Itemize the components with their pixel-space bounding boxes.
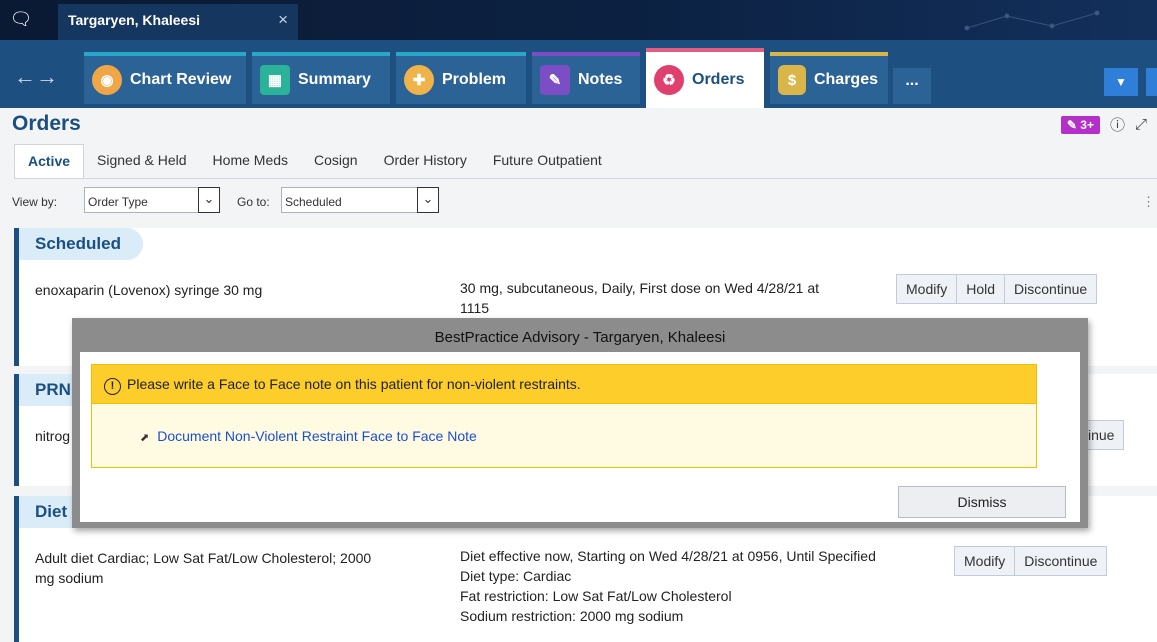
more-tabs-button[interactable]: ... <box>893 68 931 104</box>
view-by-label: View by: <box>12 195 58 209</box>
advisory-message: Please write a Face to Face note on this… <box>127 376 581 392</box>
modify-button[interactable]: Modify <box>954 546 1016 576</box>
page-title: Orders <box>12 112 81 135</box>
order-actions: Modify Discontinue <box>954 546 1108 576</box>
view-by-value: Order Type <box>88 195 148 209</box>
hold-button[interactable]: Hold <box>956 274 1006 304</box>
chevron-down-icon[interactable]: ▼ <box>1104 68 1138 96</box>
subtab-active[interactable]: Active <box>14 144 85 179</box>
overflow-indicator: ⋮ <box>1142 194 1155 209</box>
subtab-order-history[interactable]: Order History <box>371 144 480 178</box>
problem-icon: ✚ <box>404 65 434 95</box>
back-forward-icon[interactable]: ←→ <box>14 64 58 90</box>
subtab-divider <box>14 178 1157 179</box>
subtab-cosign[interactable]: Cosign <box>301 144 371 178</box>
section-title: Scheduled <box>19 228 143 260</box>
orders-icon: ♻ <box>654 65 684 95</box>
chevron-down-icon[interactable]: ⌄ <box>198 187 220 213</box>
go-to-label: Go to: <box>237 195 270 209</box>
warning-icon: ! <box>104 378 121 395</box>
discontinue-button[interactable]: Discontinue <box>1004 274 1098 304</box>
go-to-value: Scheduled <box>285 195 342 209</box>
chevron-down-icon[interactable]: ⌄ <box>417 187 439 213</box>
advisory-content: ⬈ Document Non-Violent Restraint Face to … <box>91 404 1037 468</box>
order-detail-line: Diet type: Cardiac <box>460 568 572 584</box>
tab-label: Charges <box>813 71 878 88</box>
tab-chart-review[interactable]: ◉ Chart Review <box>84 52 246 104</box>
discontinue-button[interactable]: Discontinue <box>1014 546 1108 576</box>
order-actions: Modify Hold Discontinue <box>896 274 1098 304</box>
dialog-title: BestPractice Advisory - Targaryen, Khale… <box>434 329 726 346</box>
chat-icon[interactable]: 🗨 <box>8 6 34 32</box>
tab-problem[interactable]: ✚ Problem <box>396 52 526 104</box>
tab-label: Chart Review <box>130 71 232 88</box>
subtab-future-outpatient[interactable]: Future Outpatient <box>480 144 615 178</box>
filter-row: View by: Order Type ⌄ Go to: Scheduled ⌄… <box>0 184 1157 218</box>
activity-header: Orders ✎ 3+ ⓘ ⤢ <box>0 108 1157 142</box>
link-arrow-icon: ⬈ <box>140 432 150 444</box>
tab-label: Notes <box>578 71 623 88</box>
summary-icon: ▦ <box>260 65 290 95</box>
header-tools: ✎ 3+ ⓘ ⤢ <box>1060 114 1147 135</box>
order-name-line: Adult diet Cardiac; Low Sat Fat/Low Chol… <box>35 550 372 566</box>
title-bar: 🗨 Targaryen, Khaleesi × <box>0 0 1157 40</box>
go-to-select[interactable]: Scheduled ⌄ <box>281 187 439 213</box>
dismiss-button[interactable]: Dismiss <box>898 486 1066 518</box>
chart-review-icon: ◉ <box>92 65 122 95</box>
order-detail-line: 30 mg, subcutaneous, Daily, First dose o… <box>460 280 820 296</box>
subtab-home-meds[interactable]: Home Meds <box>200 144 301 178</box>
clapper-badge-icon[interactable]: ✎ 3+ <box>1060 115 1100 134</box>
order-detail-line: Diet effective now, Starting on Wed 4/28… <box>460 548 876 564</box>
order-detail-line: Fat restriction: Low Sat Fat/Low Cholest… <box>460 588 732 604</box>
tab-label: Problem <box>442 71 507 88</box>
order-name[interactable]: enoxaparin (Lovenox) syringe 30 mg <box>35 280 262 300</box>
activity-tab-bar: ←→ ◉ Chart Review ▦ Summary ✚ Problem ✎ … <box>0 40 1157 108</box>
dialog-body: ! Please write a Face to Face note on thi… <box>80 352 1080 522</box>
orders-subtabs: Active Signed & Held Home Meds Cosign Or… <box>14 144 615 179</box>
order-name[interactable]: nitrog <box>35 426 70 446</box>
help-icon[interactable]: ⓘ <box>1110 114 1125 135</box>
tab-charges[interactable]: $ Charges <box>770 52 888 104</box>
patient-tab[interactable]: Targaryen, Khaleesi × <box>58 4 298 40</box>
order-detail-line: Sodium restriction: 2000 mg sodium <box>460 608 684 624</box>
view-by-select[interactable]: Order Type ⌄ <box>84 187 220 213</box>
tab-label: Orders <box>692 71 745 88</box>
tab-orders[interactable]: ♻ Orders <box>646 48 764 108</box>
expand-icon[interactable]: ⤢ <box>1135 116 1147 133</box>
link-text: Document Non-Violent Restraint Face to F… <box>157 428 477 444</box>
bestpractice-advisory-dialog: BestPractice Advisory - Targaryen, Khale… <box>72 318 1088 528</box>
background-network-graphic <box>964 10 1100 31</box>
document-note-link[interactable]: ⬈ Document Non-Violent Restraint Face to … <box>140 428 477 444</box>
notes-icon: ✎ <box>540 65 570 95</box>
order-details: 30 mg, subcutaneous, Daily, First dose o… <box>460 278 819 318</box>
order-name[interactable]: Adult diet Cardiac; Low Sat Fat/Low Chol… <box>35 548 371 588</box>
subtab-signed-held[interactable]: Signed & Held <box>84 144 200 178</box>
patient-name: Targaryen, Khaleesi <box>68 12 201 28</box>
order-name-line: mg sodium <box>35 570 104 586</box>
badge-count: 3+ <box>1080 117 1094 132</box>
order-details: Diet effective now, Starting on Wed 4/28… <box>460 546 876 626</box>
tab-summary[interactable]: ▦ Summary <box>252 52 390 104</box>
tab-label: Summary <box>298 71 371 88</box>
advisory-header: ! Please write a Face to Face note on thi… <box>91 364 1037 404</box>
tab-notes[interactable]: ✎ Notes <box>532 52 640 104</box>
side-panel-button[interactable] <box>1146 68 1157 96</box>
modify-button[interactable]: Modify <box>896 274 958 304</box>
close-icon[interactable]: × <box>278 10 288 30</box>
charges-icon: $ <box>778 65 806 95</box>
order-detail-line: 1115 <box>460 300 490 316</box>
